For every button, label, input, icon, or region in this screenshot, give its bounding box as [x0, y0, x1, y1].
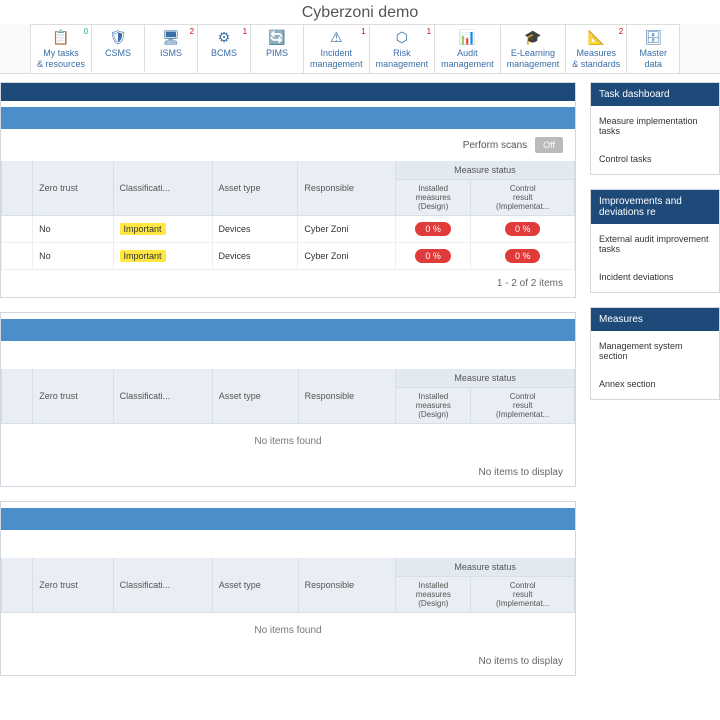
col-group: Measure status — [396, 558, 575, 577]
col-asset[interactable]: Asset type — [212, 558, 298, 613]
cell-resp: Cyber Zoni — [298, 216, 396, 243]
col-sub2[interactable]: Controlresult(Implementat... — [471, 577, 575, 613]
tab-icon: 📐 — [572, 29, 620, 46]
tab-1[interactable]: 🛡CSMS — [91, 24, 145, 73]
tab-6[interactable]: ⬡Riskmanagement1 — [369, 24, 436, 73]
tab-icon: 🗄 — [633, 29, 673, 46]
tab-badge: 2 — [190, 27, 194, 37]
side-link[interactable]: External audit improvement tasks — [599, 234, 711, 254]
col-resp[interactable]: Responsible — [298, 369, 396, 424]
tab-5[interactable]: ⚠Incidentmanagement1 — [303, 24, 370, 73]
tab-badge: 1 — [361, 27, 365, 37]
tab-icon: ⚠ — [310, 29, 363, 46]
side-panel: Measures Management system section Annex s… — [590, 307, 720, 400]
pager-3: No items to display — [1, 648, 575, 675]
panel-1: Perform scans Off Zero trust Classificat… — [0, 82, 576, 298]
side-head: Measures — [591, 308, 719, 331]
measure-design-pill[interactable]: 0 % — [415, 249, 451, 263]
tab-0[interactable]: 📋My tasks& resources0 — [30, 24, 92, 73]
col-resp[interactable]: Responsible — [298, 558, 396, 613]
scan-toggle[interactable]: Off — [535, 137, 563, 153]
cell-zero: No — [33, 216, 113, 243]
grid-1: Zero trust Classificati... Asset type Re… — [1, 161, 575, 270]
side-link[interactable]: Measure implementation tasks — [599, 116, 711, 136]
no-items-3: No items found — [1, 613, 575, 648]
col-asset[interactable]: Asset type — [212, 161, 298, 216]
side-head: Improvements and deviations re — [591, 190, 719, 224]
pager-1: 1 - 2 of 2 items — [1, 270, 575, 297]
side-panel: Task dashboard Measure implementation tas… — [590, 82, 720, 175]
table-row[interactable]: No Important DevicesCyber Zoni 0 % 0 % — [2, 243, 575, 270]
side-link[interactable]: Control tasks — [599, 154, 711, 164]
tab-bar: 📋My tasks& resources0🛡CSMS🖥ISMS2⚙BCMS1🔄P… — [0, 24, 720, 74]
tab-badge: 1 — [427, 27, 431, 37]
tab-icon: 📋 — [37, 29, 85, 46]
panel-3: Zero trust Classificati... Asset type Re… — [0, 501, 576, 676]
tab-badge: 1 — [243, 27, 247, 37]
measure-impl-pill[interactable]: 0 % — [505, 222, 541, 236]
side-head: Task dashboard — [591, 83, 719, 106]
tab-icon: ⬡ — [376, 29, 429, 46]
col-sub2[interactable]: Controlresult(Implementat... — [471, 388, 575, 424]
side-link[interactable]: Incident deviations — [599, 272, 711, 282]
tab-icon: ⚙ — [204, 29, 244, 46]
measure-impl-pill[interactable]: 0 % — [505, 249, 541, 263]
col-group: Measure status — [396, 369, 575, 388]
col-zero[interactable]: Zero trust — [33, 558, 113, 613]
side-panel: Improvements and deviations re External a… — [590, 189, 720, 293]
tab-badge: 2 — [619, 27, 623, 37]
col-sub1[interactable]: Installedmeasures(Design) — [395, 180, 471, 216]
col-zero[interactable]: Zero trust — [33, 369, 113, 424]
panel-sub-bar — [1, 508, 575, 530]
col-group: Measure status — [395, 161, 574, 180]
tab-10[interactable]: 🗄Masterdata — [626, 24, 680, 73]
cell-class: Important — [113, 216, 212, 243]
tab-2[interactable]: 🖥ISMS2 — [144, 24, 198, 73]
col-class[interactable]: Classificati... — [113, 558, 212, 613]
panel-sub-bar — [1, 107, 575, 129]
col-class[interactable]: Classificati... — [113, 161, 212, 216]
col-sub1[interactable]: Installedmeasures(Design) — [396, 388, 471, 424]
important-tag: Important — [120, 223, 166, 235]
cell-class: Important — [113, 243, 212, 270]
panel-2: Zero trust Classificati... Asset type Re… — [0, 312, 576, 487]
table-row[interactable]: No Important DevicesCyber Zoni 0 % 0 % — [2, 216, 575, 243]
col-sub2[interactable]: Controlresult(Implementat... — [471, 180, 575, 216]
side-link[interactable]: Management system section — [599, 341, 711, 361]
pager-2: No items to display — [1, 459, 575, 486]
panel-sub-bar — [1, 319, 575, 341]
cell-asset: Devices — [212, 243, 298, 270]
tab-badge: 0 — [84, 27, 88, 37]
tab-icon: 🛡 — [98, 29, 138, 46]
no-items-2: No items found — [1, 424, 575, 459]
important-tag: Important — [120, 250, 166, 262]
tab-9[interactable]: 📐Measures& standards2 — [565, 24, 627, 73]
measure-design-pill[interactable]: 0 % — [415, 222, 451, 236]
grid-3: Zero trust Classificati... Asset type Re… — [1, 558, 575, 613]
col-zero[interactable]: Zero trust — [33, 161, 113, 216]
tab-icon: 📊 — [441, 29, 494, 46]
col-asset[interactable]: Asset type — [212, 369, 298, 424]
grid-2: Zero trust Classificati... Asset type Re… — [1, 369, 575, 424]
tab-icon: 🖥 — [151, 29, 191, 46]
col-class[interactable]: Classificati... — [113, 369, 212, 424]
cell-asset: Devices — [212, 216, 298, 243]
perform-scans-label: Perform scans — [463, 140, 527, 151]
tab-icon: 🎓 — [507, 29, 560, 46]
tab-3[interactable]: ⚙BCMS1 — [197, 24, 251, 73]
col-resp[interactable]: Responsible — [298, 161, 396, 216]
tab-7[interactable]: 📊Auditmanagement — [434, 24, 501, 73]
panel-header-bar — [1, 83, 575, 101]
col-sub1[interactable]: Installedmeasures(Design) — [396, 577, 471, 613]
tab-8[interactable]: 🎓E-Learningmanagement — [500, 24, 567, 73]
tab-4[interactable]: 🔄PIMS — [250, 24, 304, 73]
cell-zero: No — [33, 243, 113, 270]
app-title: Cyberzoni demo — [0, 0, 720, 24]
cell-resp: Cyber Zoni — [298, 243, 396, 270]
tab-icon: 🔄 — [257, 29, 297, 46]
side-link[interactable]: Annex section — [599, 379, 711, 389]
